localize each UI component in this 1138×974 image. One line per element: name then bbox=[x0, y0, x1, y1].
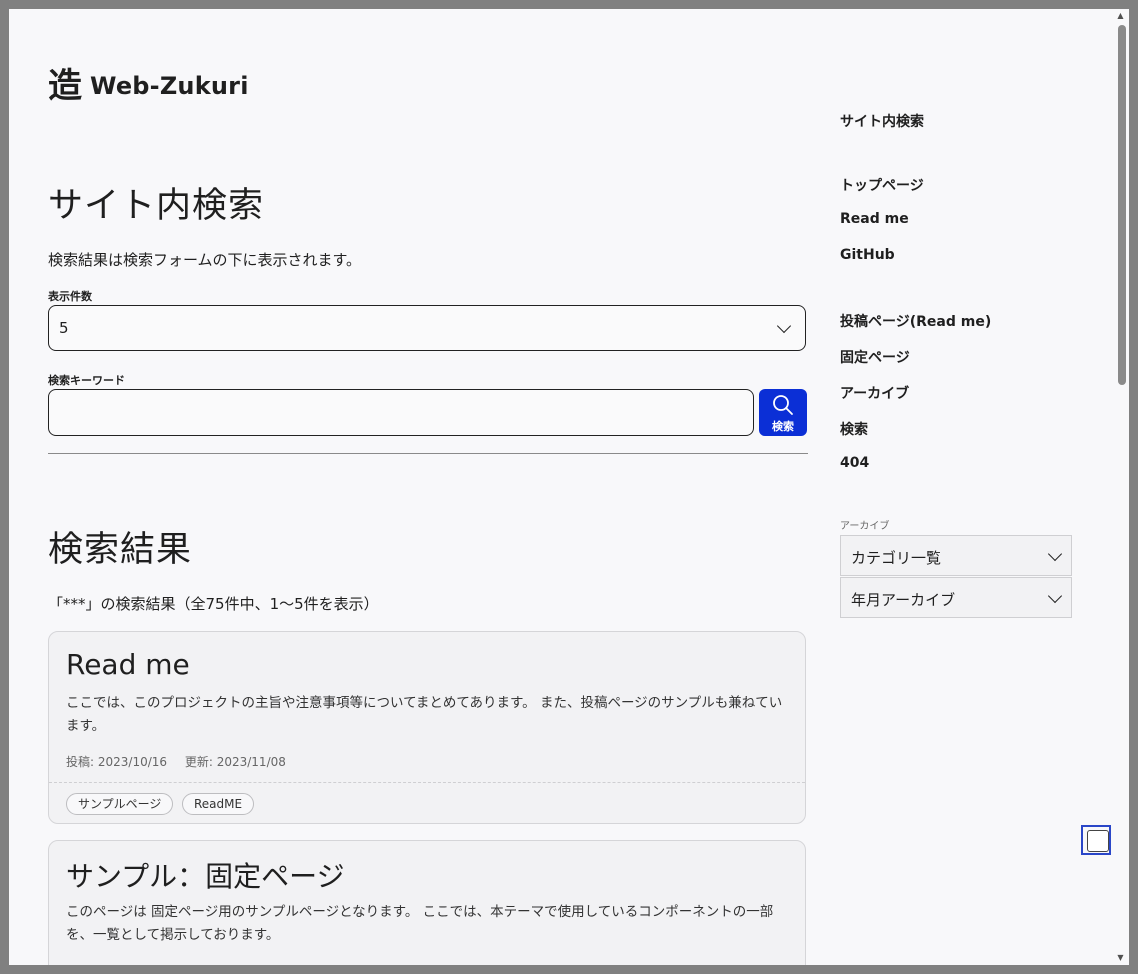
browser-viewport: 造 Web-Zukuri サイト内検索 検索結果は検索フォームの下に表示されます… bbox=[9, 9, 1129, 965]
chevron-down-icon bbox=[1047, 546, 1063, 562]
count-select[interactable]: 5 bbox=[48, 305, 806, 351]
monthly-archive-select[interactable]: 年月アーカイブ bbox=[840, 577, 1072, 618]
monthly-archive-select-label: 年月アーカイブ bbox=[851, 591, 956, 609]
count-label: 表示件数 bbox=[48, 290, 92, 303]
card-separator bbox=[49, 782, 805, 783]
chevron-down-icon bbox=[776, 318, 792, 334]
scroll-up-arrow-icon[interactable]: ▲ bbox=[1112, 9, 1129, 23]
floating-checkbox[interactable] bbox=[1081, 825, 1111, 855]
sidebar-link-404[interactable]: 404 bbox=[840, 455, 869, 471]
scrollbar[interactable]: ▲ ▼ bbox=[1112, 9, 1129, 965]
search-icon bbox=[773, 395, 793, 415]
result-excerpt: ここでは、このプロジェクトの主旨や注意事項等についてまとめてあります。 また、投… bbox=[66, 695, 783, 734]
keyword-label: 検索キーワード bbox=[48, 374, 125, 387]
sidebar-link-readme[interactable]: Read me bbox=[840, 211, 909, 227]
category-select-label: カテゴリ一覧 bbox=[851, 549, 942, 567]
result-meta: 投稿: 2023/10/16 更新: 2023/11/08 bbox=[66, 753, 286, 770]
result-excerpt: このページは 固定ページ用のサンプルページとなります。 ここでは、本テーマで使用… bbox=[66, 904, 774, 943]
search-button-label: 検索 bbox=[772, 420, 794, 433]
sidebar-link-search[interactable]: 検索 bbox=[840, 419, 868, 439]
count-value: 5 bbox=[59, 319, 69, 337]
keyword-input[interactable] bbox=[48, 389, 754, 436]
logo-mark: 造 bbox=[48, 66, 82, 106]
result-card[interactable]: Read me ここでは、このプロジェクトの主旨や注意事項等についてまとめてあり… bbox=[48, 631, 806, 824]
divider bbox=[48, 453, 808, 454]
sidebar-link-post-page[interactable]: 投稿ページ(Read me) bbox=[840, 311, 991, 331]
posted-date: 投稿: 2023/10/16 bbox=[66, 755, 168, 769]
sidebar-link-fixed-page[interactable]: 固定ページ bbox=[840, 347, 910, 367]
site-logo[interactable]: 造 Web-Zukuri bbox=[48, 69, 249, 103]
results-title: 検索結果 bbox=[48, 530, 193, 570]
archive-caption: アーカイブ bbox=[840, 521, 890, 532]
sidebar-link-top-page[interactable]: トップページ bbox=[840, 175, 924, 195]
scroll-down-arrow-icon[interactable]: ▼ bbox=[1112, 951, 1129, 965]
result-card[interactable]: サンプル：固定ページ このページは 固定ページ用のサンプルページとなります。 こ… bbox=[48, 840, 806, 965]
page-intro: 検索結果は検索フォームの下に表示されます。 bbox=[48, 251, 362, 269]
site-name: Web-Zukuri bbox=[90, 72, 249, 100]
sidebar-link-archive[interactable]: アーカイブ bbox=[840, 383, 909, 403]
tag[interactable]: サンプルページ bbox=[66, 793, 174, 815]
results-summary: 「***」の検索結果（全75件中、1〜5件を表示） bbox=[48, 595, 379, 613]
tag[interactable]: ReadME bbox=[182, 793, 255, 815]
sidebar-link-site-search[interactable]: サイト内検索 bbox=[840, 111, 924, 131]
page-title: サイト内検索 bbox=[48, 186, 265, 226]
result-title[interactable]: サンプル：固定ページ bbox=[66, 855, 345, 895]
scroll-thumb[interactable] bbox=[1118, 25, 1126, 385]
chevron-down-icon bbox=[1047, 588, 1063, 604]
category-select[interactable]: カテゴリ一覧 bbox=[840, 535, 1072, 576]
sidebar-link-github[interactable]: GitHub bbox=[840, 247, 895, 263]
result-title[interactable]: Read me bbox=[66, 648, 190, 681]
search-button[interactable]: 検索 bbox=[759, 389, 807, 436]
updated-date: 更新: 2023/11/08 bbox=[184, 755, 286, 769]
